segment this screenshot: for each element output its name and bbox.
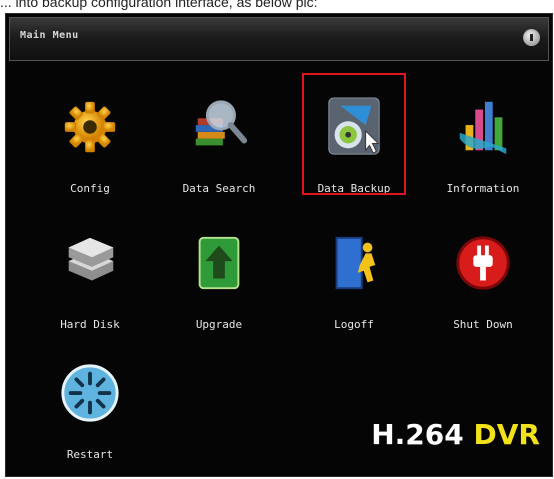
menu-item-label: Information: [446, 182, 520, 195]
menu-item-config[interactable]: Config: [30, 88, 150, 208]
window-title: Main Menu: [20, 30, 79, 41]
gear-icon: [64, 101, 116, 153]
menu-item-data-search[interactable]: Data Search: [159, 88, 279, 208]
menu-item-restart[interactable]: Restart: [30, 354, 150, 474]
restart-icon: [61, 364, 119, 422]
logoff-icon: [335, 236, 376, 290]
menu-item-label: Hard Disk: [60, 318, 120, 331]
hard-disk-icon: [68, 237, 114, 281]
menu-item-label: Restart: [66, 448, 114, 461]
menu-item-label: Shut Down: [453, 318, 513, 331]
menu-item-upgrade[interactable]: Upgrade: [159, 224, 279, 344]
upgrade-icon: [198, 236, 240, 290]
search-icon: [195, 100, 248, 146]
menu-item-shut-down[interactable]: Shut Down: [423, 224, 543, 344]
dvr-main-menu: Main Menu Config Data Search Data Backup…: [5, 13, 553, 477]
menu-item-label: Upgrade: [195, 318, 243, 331]
menu-item-hard-disk[interactable]: Hard Disk: [30, 224, 150, 344]
menu-item-label: Logoff: [334, 318, 374, 331]
title-bar: Main Menu: [9, 17, 549, 61]
close-icon[interactable]: [523, 29, 540, 46]
document-caption: ... into backup configuration interface,…: [0, 0, 318, 10]
shutdown-icon: [456, 236, 510, 290]
menu-item-label: Data Search: [182, 182, 256, 195]
information-icon: [459, 101, 507, 155]
brand-codec: H.264: [371, 418, 464, 451]
menu-item-information[interactable]: Information: [423, 88, 543, 208]
brand-logo: H.264 DVR: [371, 418, 540, 451]
selection-highlight: [302, 73, 406, 195]
menu-item-label: Config: [70, 182, 110, 195]
brand-dvr: DVR: [473, 418, 540, 451]
menu-item-logoff[interactable]: Logoff: [294, 224, 414, 344]
